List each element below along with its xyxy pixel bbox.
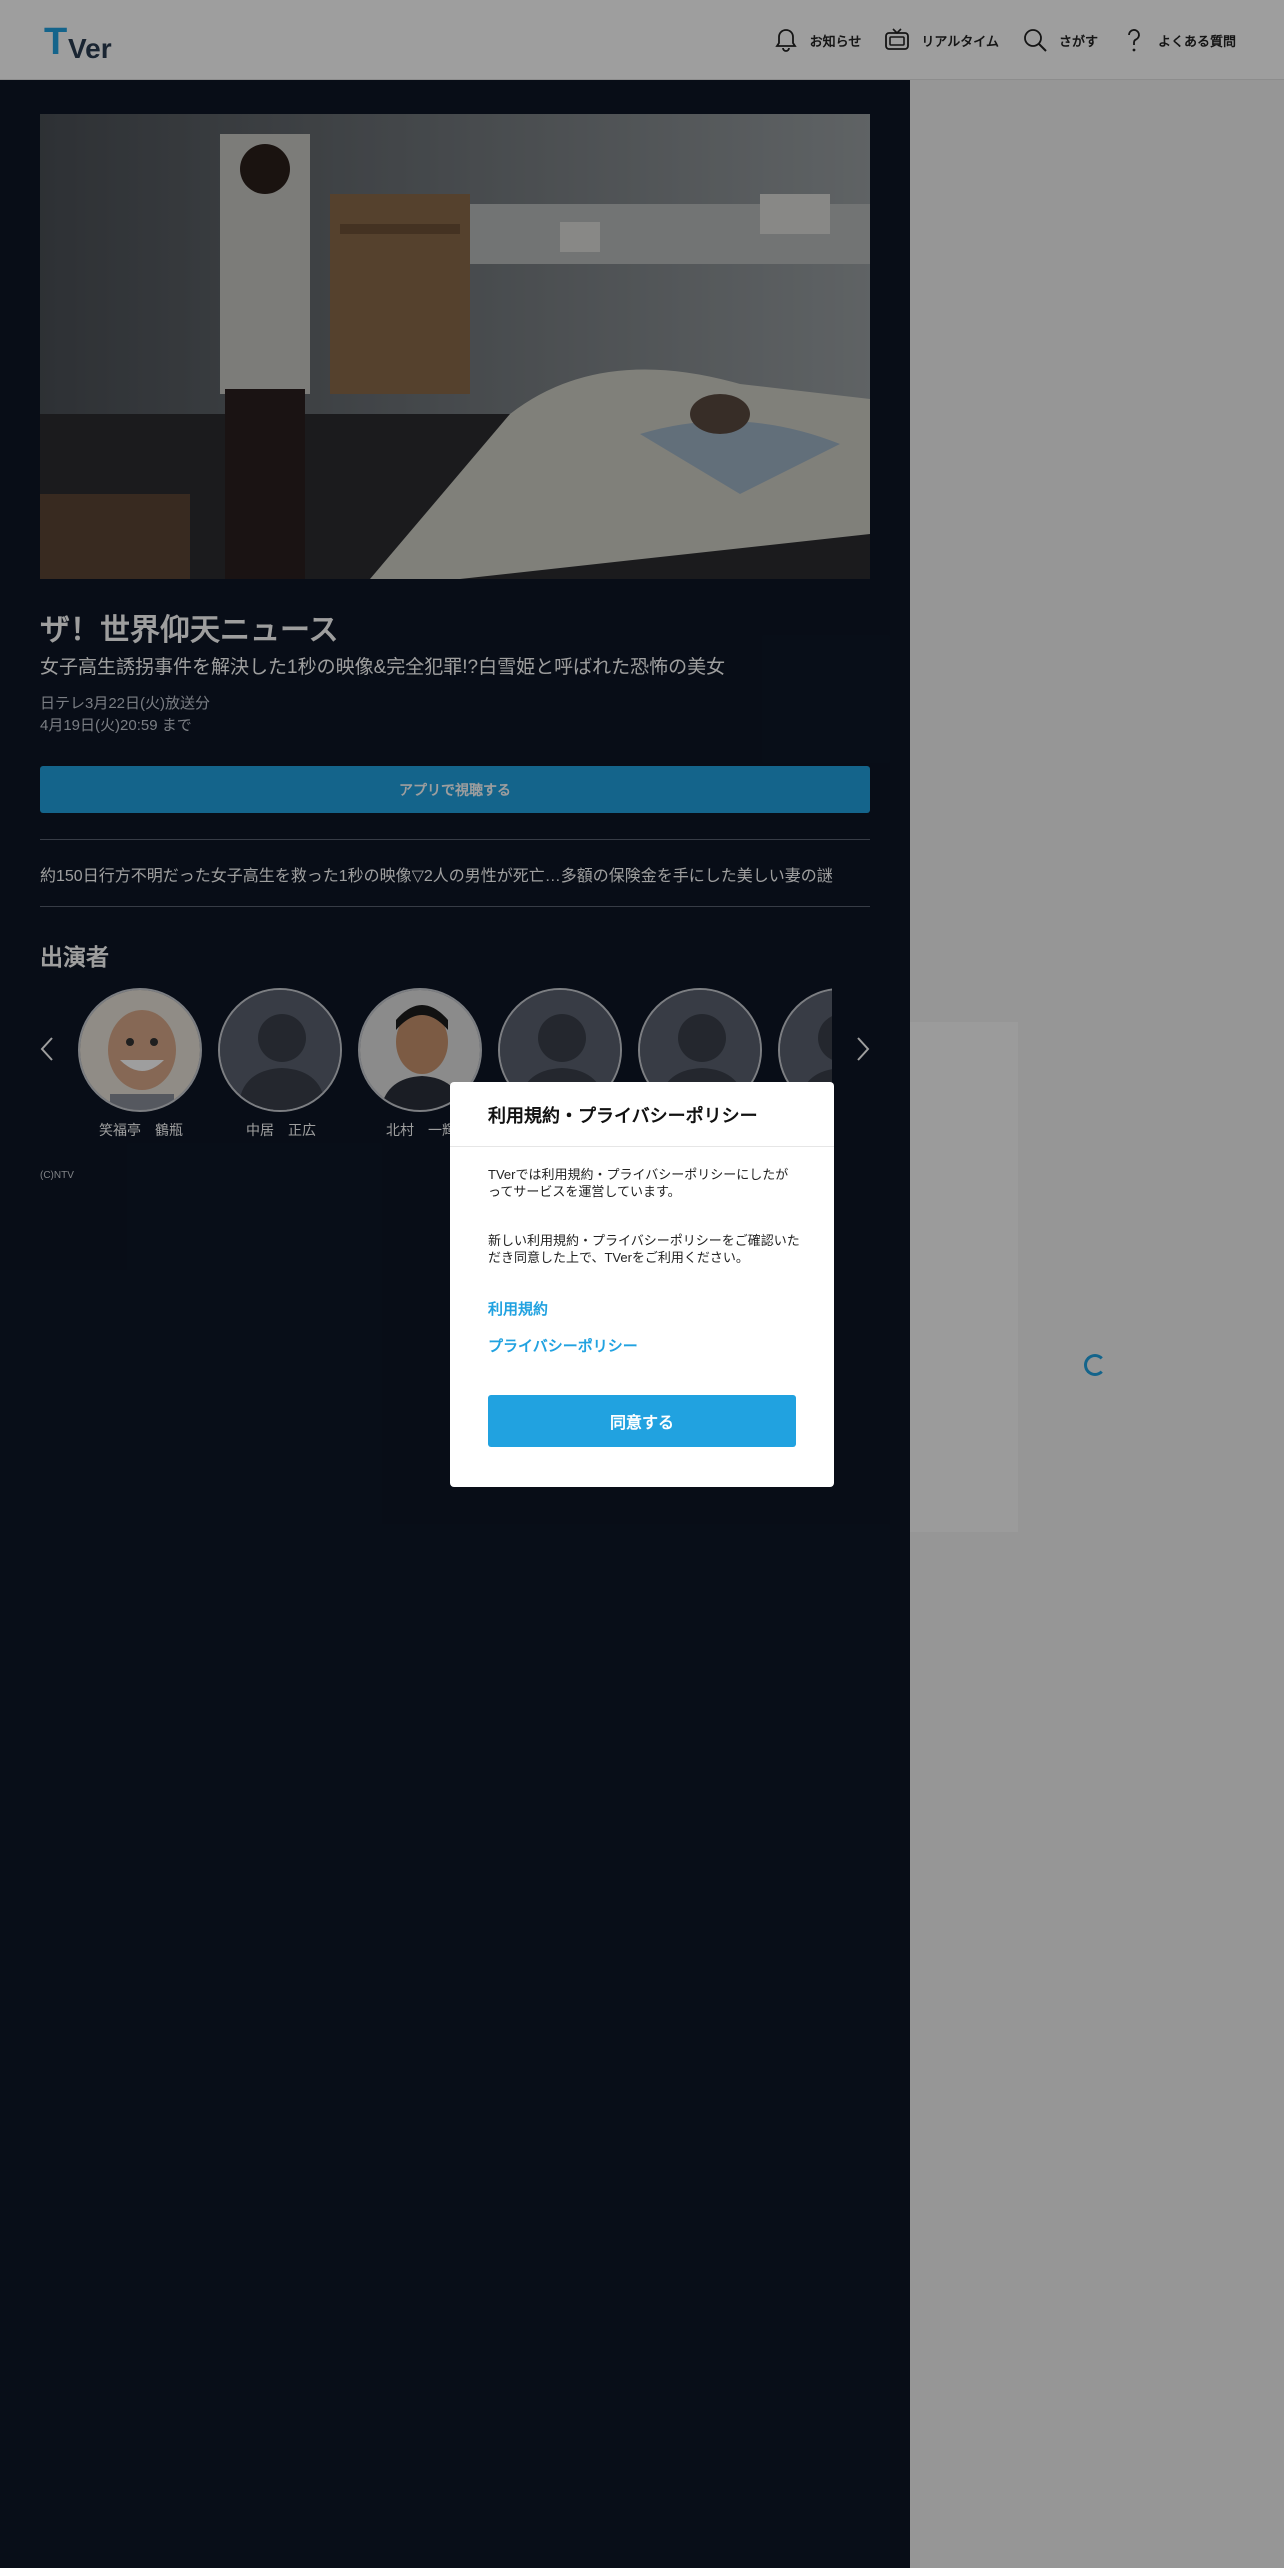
terms-link[interactable]: 利用規約 bbox=[488, 1298, 548, 1319]
modal-paragraph-1: TVerでは利用規約・プライバシーポリシーにしたがってサービスを運営しています。 bbox=[488, 1167, 789, 1199]
terms-modal: 利用規約・プライバシーポリシー TVerでは利用規約・プライバシーポリシーにした… bbox=[450, 1082, 834, 1487]
agree-button[interactable]: 同意する bbox=[488, 1395, 796, 1447]
divider bbox=[450, 1146, 834, 1147]
modal-paragraph-2: 新しい利用規約・プライバシーポリシーをご確認いただき同意した上で、TVerをご利… bbox=[488, 1233, 800, 1265]
privacy-policy-link[interactable]: プライバシーポリシー bbox=[488, 1335, 638, 1356]
modal-title: 利用規約・プライバシーポリシー bbox=[488, 1106, 758, 1126]
